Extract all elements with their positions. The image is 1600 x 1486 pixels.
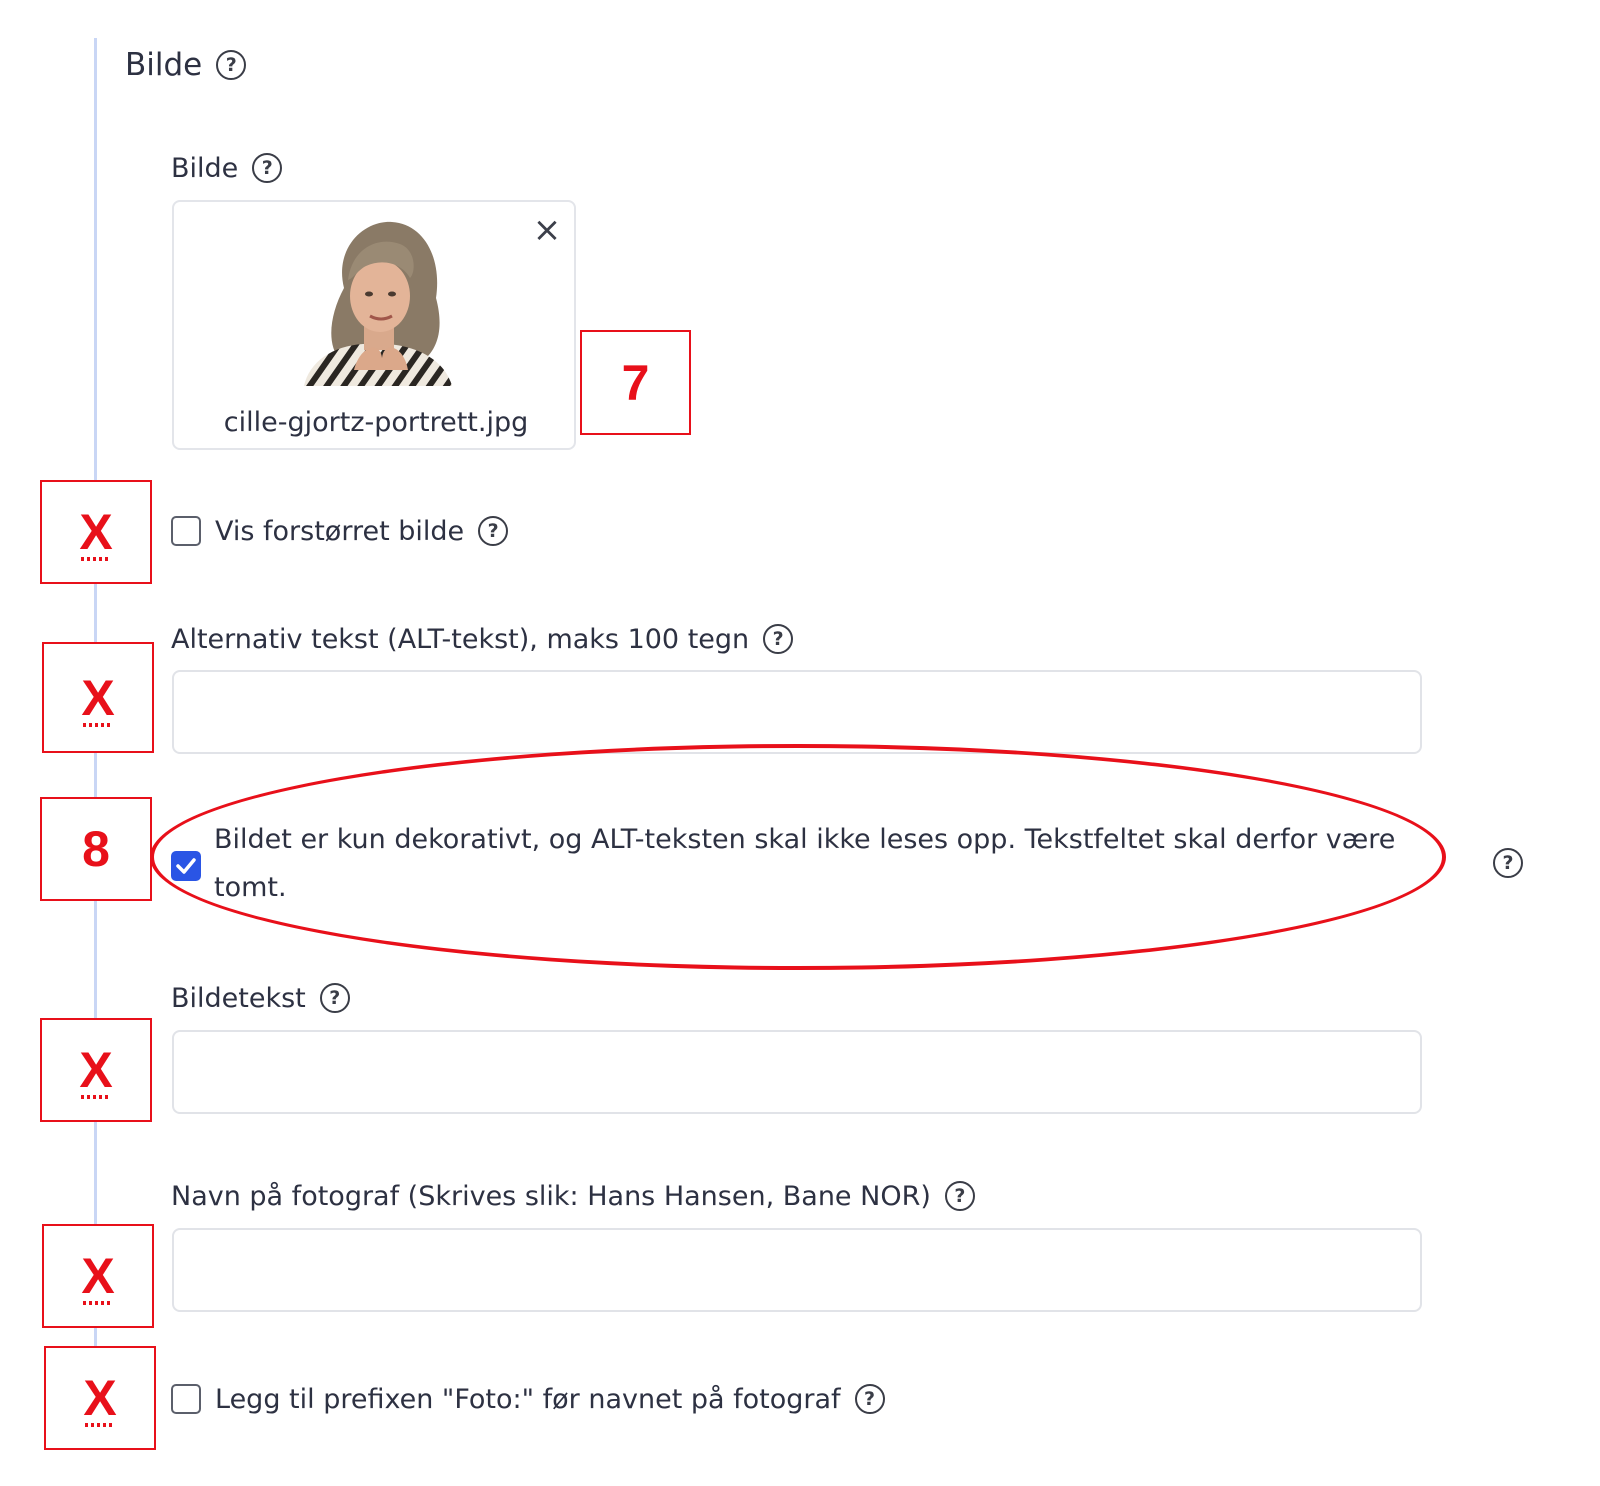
photo-prefix-checkbox[interactable]	[171, 1384, 201, 1414]
decorative-image-checkbox[interactable]	[171, 851, 201, 881]
caption-label-row: Bildetekst ?	[171, 978, 350, 1018]
annotation-x-mark: X	[40, 1018, 152, 1122]
help-icon[interactable]: ?	[854, 1384, 885, 1414]
alt-text-input[interactable]	[172, 670, 1422, 754]
image-field-label-row: Bilde ?	[171, 148, 283, 188]
enlarged-image-row: Vis forstørret bilde ?	[171, 511, 509, 551]
help-icon[interactable]: ?	[478, 516, 509, 546]
photo-prefix-row: Legg til prefixen "Foto:" før navnet på …	[171, 1379, 885, 1419]
remove-image-icon[interactable]: ×	[529, 212, 565, 248]
annotation-x-mark: X	[42, 1224, 154, 1328]
help-icon[interactable]: ?	[763, 624, 794, 654]
help-icon[interactable]: ?	[216, 50, 247, 80]
portrait-photo	[304, 221, 452, 386]
help-icon[interactable]: ?	[252, 153, 283, 183]
decorative-image-label: Bildet er kun dekorativt, og ALT-teksten…	[214, 824, 1396, 903]
section-title: Bilde	[125, 47, 203, 83]
alt-text-label: Alternativ tekst (ALT-tekst), maks 100 t…	[171, 623, 750, 655]
annotation-marker-8: 8	[40, 797, 152, 901]
image-filename: cille-gjortz-portrett.jpg	[223, 407, 529, 438]
section-header: Bilde ?	[125, 40, 247, 90]
help-icon[interactable]: ?	[319, 983, 350, 1013]
portrait-thumbnail	[304, 218, 452, 386]
enlarged-image-checkbox[interactable]	[171, 516, 201, 546]
caption-input[interactable]	[172, 1030, 1422, 1114]
caption-label: Bildetekst	[171, 982, 306, 1014]
annotation-x-mark: X	[42, 642, 154, 753]
photographer-label-row: Navn på fotograf (Skrives slik: Hans Han…	[171, 1176, 975, 1216]
annotation-marker-7: 7	[580, 330, 691, 435]
help-icon[interactable]: ?	[1493, 848, 1523, 878]
photographer-input[interactable]	[172, 1228, 1422, 1312]
annotation-x-mark: X	[40, 480, 152, 584]
alt-text-label-row: Alternativ tekst (ALT-tekst), maks 100 t…	[171, 619, 794, 659]
image-field-label: Bilde	[171, 152, 239, 184]
photo-prefix-label: Legg til prefixen "Foto:" før navnet på …	[215, 1383, 841, 1415]
checkmark-icon	[176, 858, 196, 874]
annotation-x-mark: X	[44, 1346, 156, 1450]
photographer-label: Navn på fotograf (Skrives slik: Hans Han…	[171, 1180, 931, 1212]
help-icon[interactable]: ?	[944, 1181, 975, 1211]
image-preview-card[interactable]: × cille-gjortz-portrett.jpg	[172, 200, 576, 450]
enlarged-image-label: Vis forstørret bilde	[215, 515, 465, 547]
